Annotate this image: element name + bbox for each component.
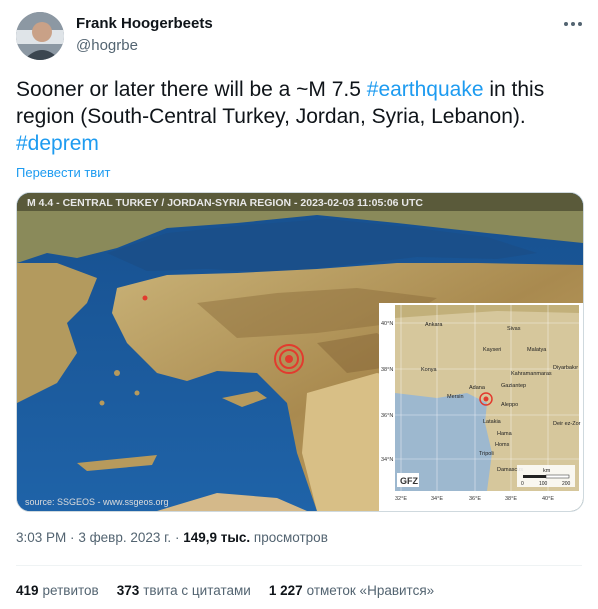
tweet-text-part: Sooner or later there will be a ~M 7.5 [16, 78, 367, 101]
tweet-time[interactable]: 3:03 PM [16, 530, 66, 545]
likes-count: 1 227 [268, 583, 303, 598]
inset-city: Mersin [447, 394, 464, 400]
inset-city: Tripoli [479, 451, 494, 457]
tweet-text: Sooner or later there will be a ~M 7.5 #… [16, 76, 582, 157]
scale-unit: km [543, 468, 551, 474]
inset-lon-label: 40°E [542, 496, 554, 502]
more-dots-icon[interactable] [562, 14, 584, 34]
meta-separator: · [174, 530, 180, 545]
tweet-date[interactable]: 3 февр. 2023 г. [78, 530, 171, 545]
inset-city: Sivas [507, 326, 521, 332]
inset-lat-label: 34°N [381, 457, 393, 463]
inset-city: Konya [421, 367, 438, 373]
translate-tweet-link[interactable]: Перевести твит [16, 165, 110, 180]
map-title: M 4.4 - CENTRAL TURKEY / JORDAN-SYRIA RE… [27, 197, 423, 209]
meta-separator: · [70, 530, 75, 545]
tweet-media-image[interactable]: M 4.4 - CENTRAL TURKEY / JORDAN-SYRIA RE… [16, 192, 584, 512]
inset-lon-label: 36°E [469, 496, 481, 502]
inset-lat-label: 40°N [381, 321, 393, 327]
inset-city: Latakia [483, 419, 502, 425]
inset-lat-label: 36°N [381, 413, 393, 419]
inset-city: Ankara [425, 322, 443, 328]
quotes-count: 373 [116, 583, 140, 598]
views-count: 149,9 тыс. [183, 530, 251, 545]
likes-stat[interactable]: 1 227 отметок «Нравится» [269, 583, 434, 598]
hashtag-link[interactable]: #earthquake [367, 78, 484, 101]
inset-city: Diyarbakır [553, 365, 578, 371]
inset-city: Hama [497, 431, 513, 437]
scale-tick: 100 [539, 481, 548, 487]
inset-city: Aleppo [501, 402, 518, 408]
likes-label: отметок «Нравится» [306, 583, 435, 598]
earthquake-map: M 4.4 - CENTRAL TURKEY / JORDAN-SYRIA RE… [17, 193, 583, 511]
retweets-label: ретвитов [42, 583, 99, 598]
inset-map: Ankara Sivas Kayseri Malatya Diyarbakır … [379, 303, 583, 511]
author-handle[interactable]: @hogrbe [76, 37, 138, 54]
quotes-stat[interactable]: 373 твита с цитатами [117, 583, 251, 598]
retweets-count: 419 [16, 583, 39, 598]
tweet-stats: 419 ретвитов 373 твита с цитатами 1 227 отм… [16, 583, 434, 598]
inset-city: Gaziantep [501, 383, 526, 389]
scale-tick: 200 [562, 481, 571, 487]
avatar-image [16, 12, 64, 60]
inset-city: Malatya [527, 347, 547, 353]
map-source: source: SSGEOS - www.ssgeos.org [25, 497, 169, 507]
tweet-meta: 3:03 PM · 3 февр. 2023 г. · 149,9 тыс. п… [16, 530, 328, 545]
divider [16, 565, 582, 566]
inset-lon-label: 38°E [505, 496, 517, 502]
inset-lon-label: 32°E [395, 496, 407, 502]
inset-city: Deir ez-Zor [553, 421, 581, 427]
inset-lon-label: 34°E [431, 496, 443, 502]
inset-city: Kayseri [483, 347, 501, 353]
inset-city: Homs [495, 442, 510, 448]
avatar[interactable] [16, 12, 64, 60]
author-name[interactable]: Frank Hoogerbeets [76, 15, 213, 32]
quotes-label: твита с цитатами [143, 583, 251, 598]
inset-city: Kahramanmaras [511, 371, 552, 377]
inset-city: Adana [469, 385, 486, 391]
views-label: просмотров [253, 530, 328, 545]
hashtag-link[interactable]: #deprem [16, 132, 99, 155]
scale-tick: 0 [521, 481, 524, 487]
retweets-stat[interactable]: 419 ретвитов [16, 583, 99, 598]
epicenter-marker [274, 344, 304, 374]
inset-lat-label: 38°N [381, 367, 393, 373]
gfz-logo: GFZ [400, 476, 418, 486]
